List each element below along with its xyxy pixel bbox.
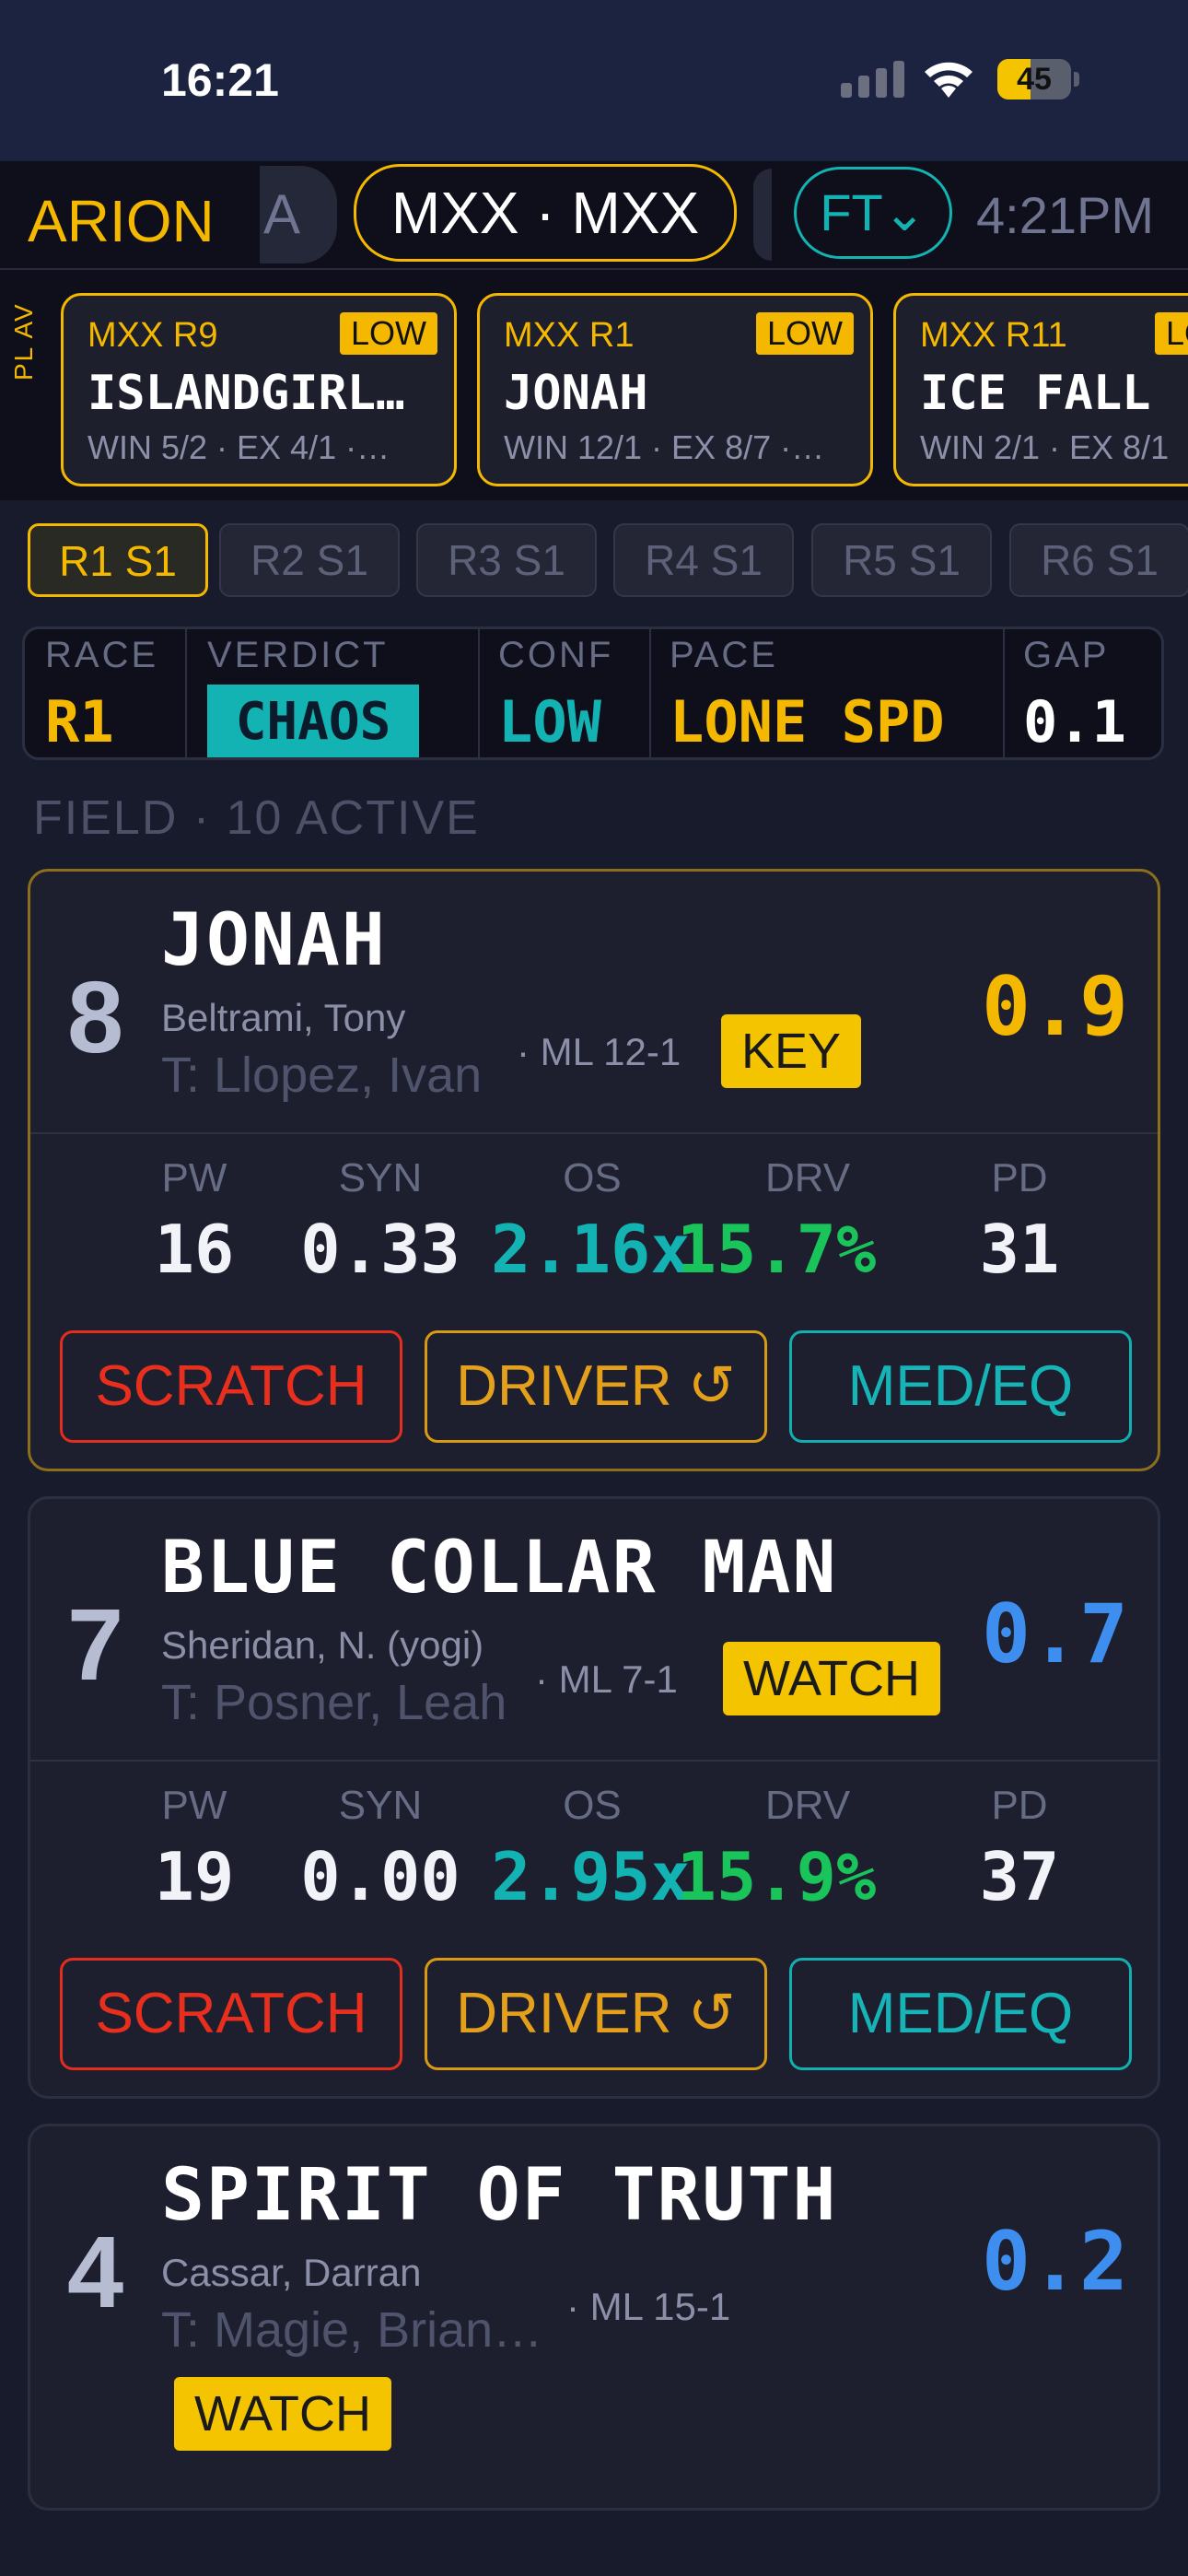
scratch-button[interactable]: SCRATCH bbox=[60, 1958, 402, 2070]
field-header: FIELD · 10 ACTIVE bbox=[33, 791, 480, 845]
tab-r5-s1[interactable]: R5 S1 bbox=[811, 523, 992, 597]
summary-gap: GAP 0.1 bbox=[1023, 635, 1126, 755]
race-card[interactable]: MXX R11 LOW ICE FALL WIN 2/1 · EX 8/1 bbox=[893, 293, 1188, 486]
metric-pw: 16 bbox=[154, 1211, 235, 1288]
metric-pd: 31 bbox=[979, 1211, 1060, 1288]
metric-drv: 15.9% bbox=[676, 1838, 877, 1915]
horse-badge: WATCH bbox=[723, 1642, 940, 1715]
metric-os: 2.95x bbox=[491, 1838, 691, 1915]
metric-pd: 37 bbox=[979, 1838, 1060, 1915]
tab-r6-s1[interactable]: R6 S1 bbox=[1009, 523, 1188, 597]
filter-dropdown[interactable]: FT⌄ bbox=[794, 167, 952, 259]
summary-conf: CONF LOW bbox=[498, 635, 614, 755]
metric-pw: 19 bbox=[154, 1838, 235, 1915]
program-number: 7 bbox=[67, 1588, 124, 1702]
horse-badge: WATCH bbox=[174, 2377, 391, 2451]
cellular-signal-icon bbox=[841, 61, 904, 98]
race-card-odds: WIN 2/1 · EX 8/1 bbox=[920, 428, 1170, 466]
battery-level: 45 bbox=[1017, 62, 1052, 97]
post-time: 4:21PM bbox=[976, 186, 1154, 244]
program-number: 8 bbox=[67, 961, 124, 1074]
battery-icon: 45 bbox=[997, 59, 1080, 100]
race-segment-tabs: R1 S1 R2 S1 R3 S1 R4 S1 R5 S1 R6 S1 bbox=[0, 507, 1188, 613]
horse-badge: KEY bbox=[721, 1014, 862, 1088]
tab-r4-s1[interactable]: R4 S1 bbox=[613, 523, 794, 597]
brand-title: ARION bbox=[28, 188, 215, 254]
metric-os: 2.16x bbox=[491, 1211, 691, 1288]
race-summary: RACE R1 VERDICT CHAOS CONF LOW PACE LONE… bbox=[22, 626, 1164, 760]
race-card-odds: WIN 5/2 · EX 4/1 ·… bbox=[87, 428, 390, 466]
track-tab-prev[interactable]: A bbox=[260, 166, 337, 263]
horse-name: BLUE COLLAR MAN bbox=[161, 1527, 838, 1610]
program-number: 4 bbox=[67, 2216, 124, 2329]
confidence-badge: LOW bbox=[755, 312, 854, 355]
driver-change-button[interactable]: DRIVER ↺ bbox=[425, 1330, 767, 1443]
track-selector[interactable]: MXX · MXX bbox=[354, 164, 737, 262]
horse-name: SPIRIT OF TRUTH bbox=[161, 2154, 838, 2237]
driver-change-button[interactable]: DRIVER ↺ bbox=[425, 1958, 767, 2070]
race-card[interactable]: MXX R1 LOW JONAH WIN 12/1 · EX 8/7 ·… bbox=[477, 293, 873, 486]
med-eq-button[interactable]: MED/EQ bbox=[789, 1958, 1132, 2070]
race-card-strip[interactable]: PL AV MXX R9 LOW ISLANDGIRL… WIN 5/2 · E… bbox=[0, 270, 1188, 500]
tab-r1-s1[interactable]: R1 S1 bbox=[28, 523, 208, 597]
race-card-race: MXX R11 bbox=[920, 316, 1067, 355]
morning-line: · ML 15-1 bbox=[566, 2285, 731, 2328]
driver-name: Beltrami, Tony bbox=[161, 996, 406, 1039]
horse-score: 0.9 bbox=[982, 959, 1128, 1054]
trainer-name: T: Llopez, Ivan bbox=[161, 1048, 483, 1103]
driver-name: Sheridan, N. (yogi) bbox=[161, 1623, 484, 1667]
confidence-badge: LOW bbox=[339, 312, 437, 355]
race-card-horse: ICE FALL bbox=[920, 366, 1151, 421]
race-card-horse: JONAH bbox=[504, 366, 648, 421]
wifi-icon bbox=[925, 62, 973, 98]
med-eq-button[interactable]: MED/EQ bbox=[789, 1330, 1132, 1443]
horse-score: 0.2 bbox=[982, 2214, 1128, 2309]
driver-name: Cassar, Darran bbox=[161, 2251, 422, 2294]
summary-verdict: VERDICT CHAOS bbox=[25, 629, 476, 757]
horse-name: JONAH bbox=[161, 899, 387, 982]
trainer-name: T: Posner, Leah bbox=[161, 1675, 507, 1730]
trainer-name: T: Magie, Brian… bbox=[161, 2302, 543, 2358]
track-tab-next[interactable] bbox=[753, 169, 772, 261]
morning-line: · ML 12-1 bbox=[517, 1030, 681, 1073]
race-card-horse: ISLANDGIRL… bbox=[87, 366, 405, 421]
metric-syn: 0.00 bbox=[300, 1838, 460, 1915]
horse-score: 0.7 bbox=[982, 1587, 1128, 1681]
tab-r3-s1[interactable]: R3 S1 bbox=[416, 523, 597, 597]
horse-card[interactable]: 8 JONAH Beltrami, Tony T: Llopez, Ivan ·… bbox=[28, 869, 1160, 1471]
status-bar: 16:21 45 bbox=[0, 0, 1188, 161]
horse-card[interactable]: 7 BLUE COLLAR MAN Sheridan, N. (yogi) T:… bbox=[28, 1496, 1160, 2099]
race-card-race: MXX R9 bbox=[87, 316, 218, 355]
tab-r2-s1[interactable]: R2 S1 bbox=[219, 523, 400, 597]
metric-syn: 0.33 bbox=[300, 1211, 460, 1288]
horse-card[interactable]: 4 SPIRIT OF TRUTH Cassar, Darran T: Magi… bbox=[28, 2124, 1160, 2511]
confidence-badge: LOW bbox=[1154, 312, 1188, 355]
race-card-race: MXX R1 bbox=[504, 316, 635, 355]
race-card[interactable]: MXX R9 LOW ISLANDGIRL… WIN 5/2 · EX 4/1 … bbox=[61, 293, 457, 486]
strip-side-label: PL AV bbox=[9, 302, 38, 381]
status-time: 16:21 bbox=[161, 54, 279, 106]
morning-line: · ML 7-1 bbox=[535, 1657, 678, 1701]
race-card-odds: WIN 12/1 · EX 8/7 ·… bbox=[504, 428, 825, 466]
verdict-badge: CHAOS bbox=[207, 685, 419, 757]
scratch-button[interactable]: SCRATCH bbox=[60, 1330, 402, 1443]
summary-pace: PACE LONE SPD bbox=[670, 635, 945, 755]
top-bar: ARION A MXX · MXX FT⌄ 4:21PM bbox=[0, 161, 1188, 270]
metric-drv: 15.7% bbox=[676, 1211, 877, 1288]
